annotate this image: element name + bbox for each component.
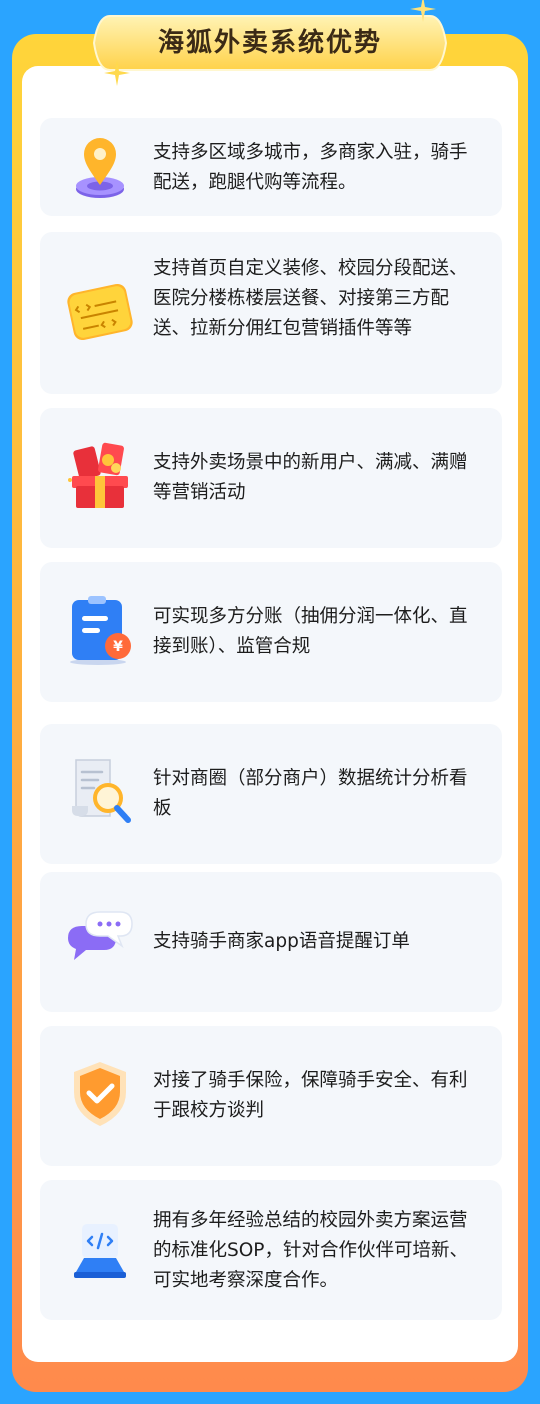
feature-card-data-stats: 针对商圈（部分商户）数据统计分析看板 <box>40 724 502 864</box>
bill-yuan-icon: ¥ <box>70 596 131 665</box>
shield-check-icon <box>74 1062 126 1126</box>
page-title: 海狐外卖系统优势 <box>157 28 382 58</box>
code-note-icon <box>67 283 133 341</box>
feature-text: 支持多区域多城市，多商家入驻，骑手配送，跑腿代购等流程。 <box>153 142 468 193</box>
feature-text: 可实现多方分账（抽佣分润一体化、直接到账）、监管合规 <box>153 606 468 657</box>
feature-text: 支持外卖场景中的新用户、满减、满赠等营销活动 <box>153 452 468 503</box>
feature-text: 拥有多年经验总结的校园外卖方案运营的标准化SOP，针对合作伙伴可培新、可实地考察… <box>153 1210 468 1291</box>
scroll-magnifier-icon <box>72 759 131 823</box>
chat-bubbles-icon <box>68 911 133 960</box>
feature-text: 对接了骑手保险，保障骑手安全、有利于跟校方谈判 <box>153 1070 468 1121</box>
title-banner: 海狐外卖系统优势 <box>90 10 450 76</box>
feature-text: 针对商圈（部分商户）数据统计分析看板 <box>153 768 468 819</box>
feature-card-customization: 支持首页自定义装修、校园分段配送、医院分楼栋楼层送餐、对接第三方配送、拉新分佣红… <box>40 232 502 394</box>
code-monitor-icon <box>74 1224 126 1278</box>
gift-box-icon <box>68 442 128 508</box>
feature-card-voice-alert: 支持骑手商家app语音提醒订单 <box>40 872 502 1012</box>
feature-card-profit-sharing: ¥ 可实现多方分账（抽佣分润一体化、直接到账）、监管合规 <box>40 562 502 702</box>
feature-card-insurance: 对接了骑手保险，保障骑手安全、有利于跟校方谈判 <box>40 1026 502 1166</box>
sparkle-icon <box>410 0 436 22</box>
feature-text: 支持骑手商家app语音提醒订单 <box>153 931 410 952</box>
feature-card-multi-region: 支持多区域多城市，多商家入驻，骑手配送，跑腿代购等流程。 <box>40 118 502 216</box>
feature-card-marketing: 支持外卖场景中的新用户、满减、满赠等营销活动 <box>40 408 502 548</box>
svg-text:¥: ¥ <box>113 639 123 655</box>
feature-text: 支持首页自定义装修、校园分段配送、医院分楼栋楼层送餐、对接第三方配送、拉新分佣红… <box>153 258 468 339</box>
location-pin-icon <box>76 138 124 198</box>
feature-card-sop: 拥有多年经验总结的校园外卖方案运营的标准化SOP，针对合作伙伴可培新、可实地考察… <box>40 1180 502 1320</box>
sparkle-icon <box>104 60 130 86</box>
